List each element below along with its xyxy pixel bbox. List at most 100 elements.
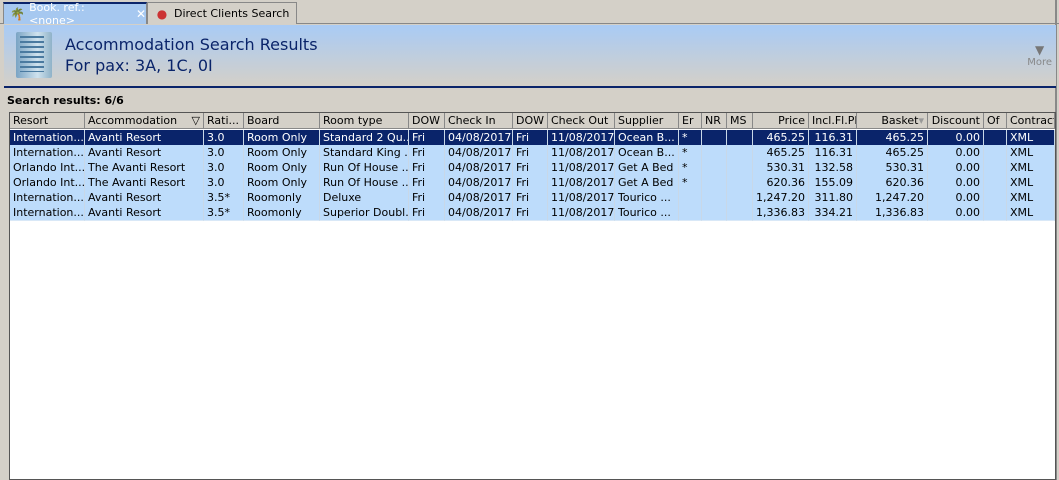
table-cell: 04/08/2017: [445, 160, 513, 176]
column-header[interactable]: DOW: [513, 113, 548, 129]
close-icon[interactable]: ✕: [136, 7, 146, 21]
table-cell: *: [679, 130, 702, 146]
table-cell: [984, 130, 1007, 146]
table-cell: Ocean B...: [615, 130, 679, 146]
table-cell: 11/08/2017: [548, 205, 615, 221]
column-header[interactable]: Check In: [445, 113, 513, 129]
column-header[interactable]: Accommodation ▽: [85, 113, 204, 129]
tab-booking[interactable]: 🌴 Book. ref.: <none> ✕: [3, 1, 147, 27]
table-cell: 132.58: [809, 160, 857, 176]
table-cell: Run Of House ...: [320, 175, 409, 191]
table-cell: 0.00: [928, 160, 984, 176]
table-cell: Ocean B...: [615, 145, 679, 161]
table-cell: Fri: [409, 175, 445, 191]
table-cell: 3.5*: [204, 190, 244, 206]
table-cell: Fri: [513, 190, 548, 206]
table-cell: Fri: [513, 130, 548, 146]
table-cell: [702, 160, 727, 176]
table-cell: Standard 2 Qu...: [320, 130, 409, 146]
table-cell: 334.21: [809, 205, 857, 221]
table-cell: [702, 130, 727, 146]
table-cell: Fri: [409, 130, 445, 146]
more-button[interactable]: ▼ More: [1027, 43, 1052, 68]
tab-label: Direct Clients Search: [174, 7, 290, 20]
table-cell: 0.00: [928, 190, 984, 206]
table-cell: Get A Bed: [615, 175, 679, 191]
table-cell: 465.25: [753, 145, 809, 161]
column-header[interactable]: DOW: [409, 113, 445, 129]
table-cell: [702, 145, 727, 161]
results-header: Accommodation Search Results For pax: 3A…: [4, 25, 1056, 88]
tab-direct-clients-search[interactable]: ● Direct Clients Search: [147, 2, 297, 24]
table-cell: Fri: [513, 175, 548, 191]
table-cell: XML: [1007, 175, 1055, 191]
table-cell: [702, 190, 727, 206]
table-cell: 11/08/2017: [548, 130, 615, 146]
table-cell: 04/08/2017: [445, 130, 513, 146]
table-cell: Fri: [409, 160, 445, 176]
chevron-down-icon: ▼: [1034, 43, 1045, 57]
table-cell: [702, 205, 727, 221]
table-cell: Orlando Int...: [10, 160, 85, 176]
table-cell: [984, 160, 1007, 176]
table-cell: Avanti Resort: [85, 130, 204, 146]
column-header[interactable]: Resort: [10, 113, 85, 129]
table-cell: *: [679, 175, 702, 191]
table-cell: Avanti Resort: [85, 190, 204, 206]
column-header[interactable]: Incl.Fl.PP: [809, 113, 857, 129]
table-cell: 465.25: [857, 145, 928, 161]
table-cell: 116.31: [809, 145, 857, 161]
column-header[interactable]: Supplier: [615, 113, 679, 129]
table-cell: 04/08/2017: [445, 205, 513, 221]
palm-tree-icon: 🌴: [10, 7, 25, 21]
table-cell: 11/08/2017: [548, 175, 615, 191]
column-header[interactable]: Of: [984, 113, 1007, 129]
more-label: More: [1027, 57, 1052, 68]
table-cell: The Avanti Resort: [85, 160, 204, 176]
table-cell: [727, 160, 753, 176]
table-cell: Fri: [409, 145, 445, 161]
table-cell: 3.0: [204, 145, 244, 161]
table-cell: XML: [1007, 145, 1055, 161]
column-header[interactable]: Room type: [320, 113, 409, 129]
table-cell: Fri: [513, 145, 548, 161]
table-cell: [984, 175, 1007, 191]
table-cell: [984, 205, 1007, 221]
column-header[interactable]: Price: [753, 113, 809, 129]
table-cell: 1,336.83: [753, 205, 809, 221]
table-cell: 1,247.20: [857, 190, 928, 206]
column-header[interactable]: Er: [679, 113, 702, 129]
filter-icon[interactable]: ▽: [192, 113, 200, 128]
table-cell: [727, 175, 753, 191]
table-cell: Fri: [513, 160, 548, 176]
table-cell: 155.09: [809, 175, 857, 191]
table-cell: XML: [1007, 130, 1055, 146]
table-cell: 3.0: [204, 130, 244, 146]
person-icon: ●: [156, 6, 168, 21]
table-cell: XML: [1007, 160, 1055, 176]
table-cell: Internation...: [10, 130, 85, 146]
column-header[interactable]: NR: [702, 113, 727, 129]
tab-label: Book. ref.: <none>: [29, 1, 85, 27]
table-cell: Room Only: [244, 160, 320, 176]
table-cell: [702, 175, 727, 191]
column-header[interactable]: Contract: [1007, 113, 1055, 129]
table-cell: Roomonly: [244, 205, 320, 221]
column-header[interactable]: Discount: [928, 113, 984, 129]
page-title: Accommodation Search Results For pax: 3A…: [65, 34, 318, 76]
table-cell: Run Of House ...: [320, 160, 409, 176]
table-cell: Orlando Int...: [10, 175, 85, 191]
table-cell: [727, 190, 753, 206]
table-cell: 1,247.20: [753, 190, 809, 206]
table-cell: XML: [1007, 190, 1055, 206]
column-header[interactable]: Rati...: [204, 113, 244, 129]
results-count: Search results: 6/6: [7, 94, 124, 107]
table-cell: [727, 205, 753, 221]
column-header[interactable]: Check Out: [548, 113, 615, 129]
table-cell: 11/08/2017: [548, 145, 615, 161]
column-header[interactable]: MS: [727, 113, 753, 129]
table-cell: Tourico ...: [615, 205, 679, 221]
column-header[interactable]: Board: [244, 113, 320, 129]
column-header[interactable]: Basket▾: [857, 113, 928, 129]
table-cell: Fri: [409, 190, 445, 206]
